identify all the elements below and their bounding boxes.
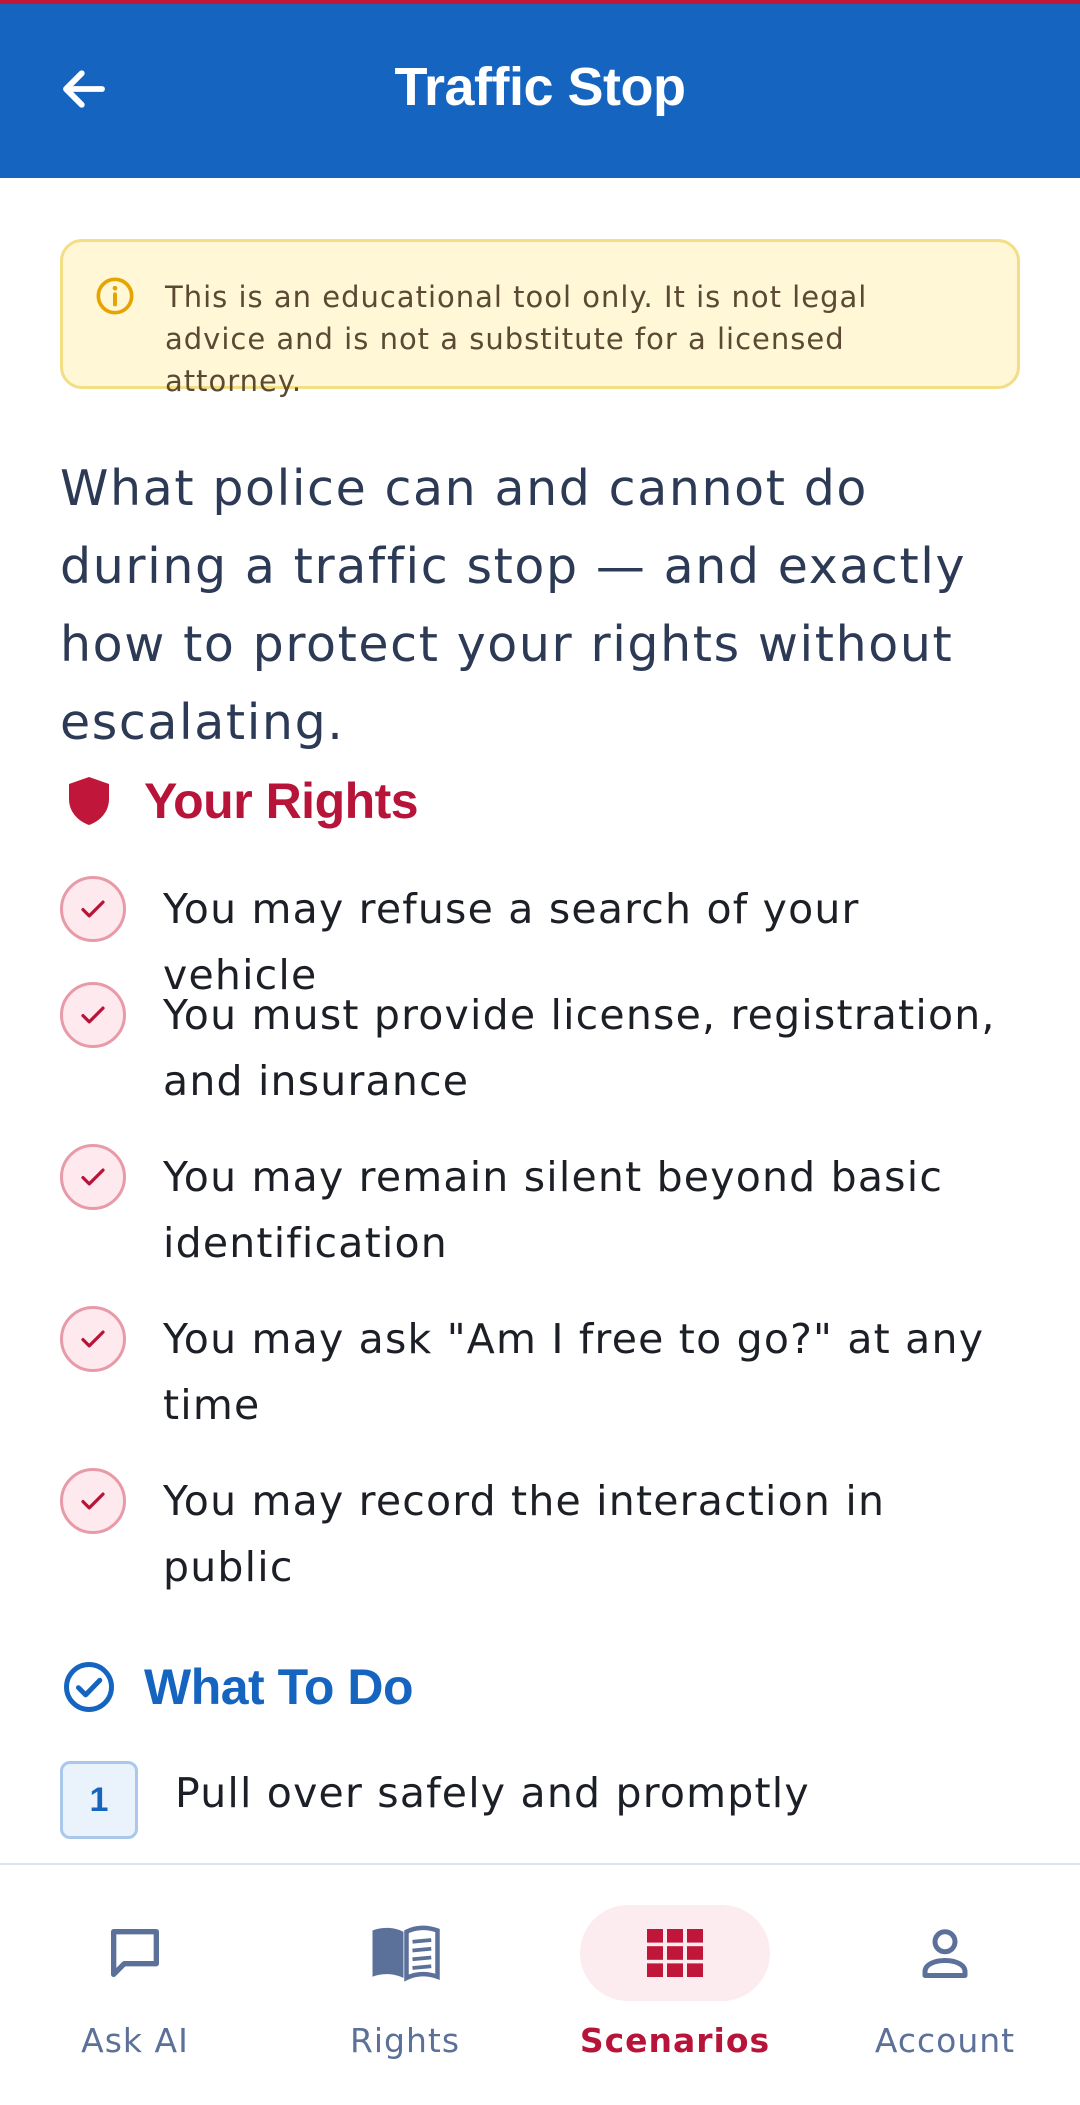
nav-label: Rights [349, 2021, 461, 2060]
page-title: Traffic Stop [394, 57, 686, 117]
nav-label: Ask AI [81, 2021, 189, 2060]
right-item-label: You must provide license, registration, … [163, 991, 996, 1105]
step-number-badge: 1 [60, 1761, 138, 1839]
check-circle-icon [60, 1658, 118, 1716]
what-to-do-title: What To Do [144, 1659, 414, 1715]
check-icon [60, 1144, 126, 1210]
nav-icon-container [310, 1905, 500, 2001]
nav-icon-container [850, 1905, 1040, 2001]
nav-label: Scenarios [579, 2021, 771, 2060]
person-icon [922, 1929, 968, 1978]
what-to-do-heading: What To Do [60, 1658, 414, 1716]
nav-icon-container [40, 1905, 230, 2001]
nav-tab-rights[interactable]: Rights [270, 1905, 540, 2075]
disclaimer-text: This is an educational tool only. It is … [165, 280, 868, 398]
nav-tab-ask-ai[interactable]: Ask AI [0, 1905, 270, 2075]
right-item-label: You may remain silent beyond basic ident… [163, 1153, 944, 1267]
check-icon [60, 876, 126, 942]
grid-icon [647, 1929, 703, 1977]
check-icon [60, 1306, 126, 1372]
right-item-label: You may ask "Am I free to go?" at any ti… [163, 1315, 985, 1429]
book-icon [372, 1925, 440, 1982]
nav-label: Account [874, 2021, 1016, 2060]
check-icon [60, 1468, 126, 1534]
scenario-intro: What police can and cannot do during a t… [60, 460, 967, 751]
bottom-navigation: Ask AI Rights Scenarios Account [0, 1863, 1080, 2105]
step-label: Pull over safely and promptly [175, 1769, 810, 1817]
info-icon [96, 277, 134, 315]
chat-bubble-icon [111, 1929, 159, 1977]
check-icon [60, 982, 126, 1048]
your-rights-title: Your Rights [144, 773, 419, 829]
app-header: Traffic Stop [0, 4, 1080, 178]
disclaimer-banner: This is an educational tool only. It is … [60, 239, 1020, 398]
nav-tab-scenarios[interactable]: Scenarios [540, 1905, 810, 2075]
shield-icon [60, 772, 118, 830]
app-screen: Traffic Stop This is an educational tool… [0, 0, 1080, 2105]
nav-icon-container [580, 1905, 770, 2001]
right-item-label: You may record the interaction in public [163, 1477, 886, 1591]
your-rights-heading: Your Rights [60, 772, 419, 830]
nav-tab-account[interactable]: Account [810, 1905, 1080, 2075]
